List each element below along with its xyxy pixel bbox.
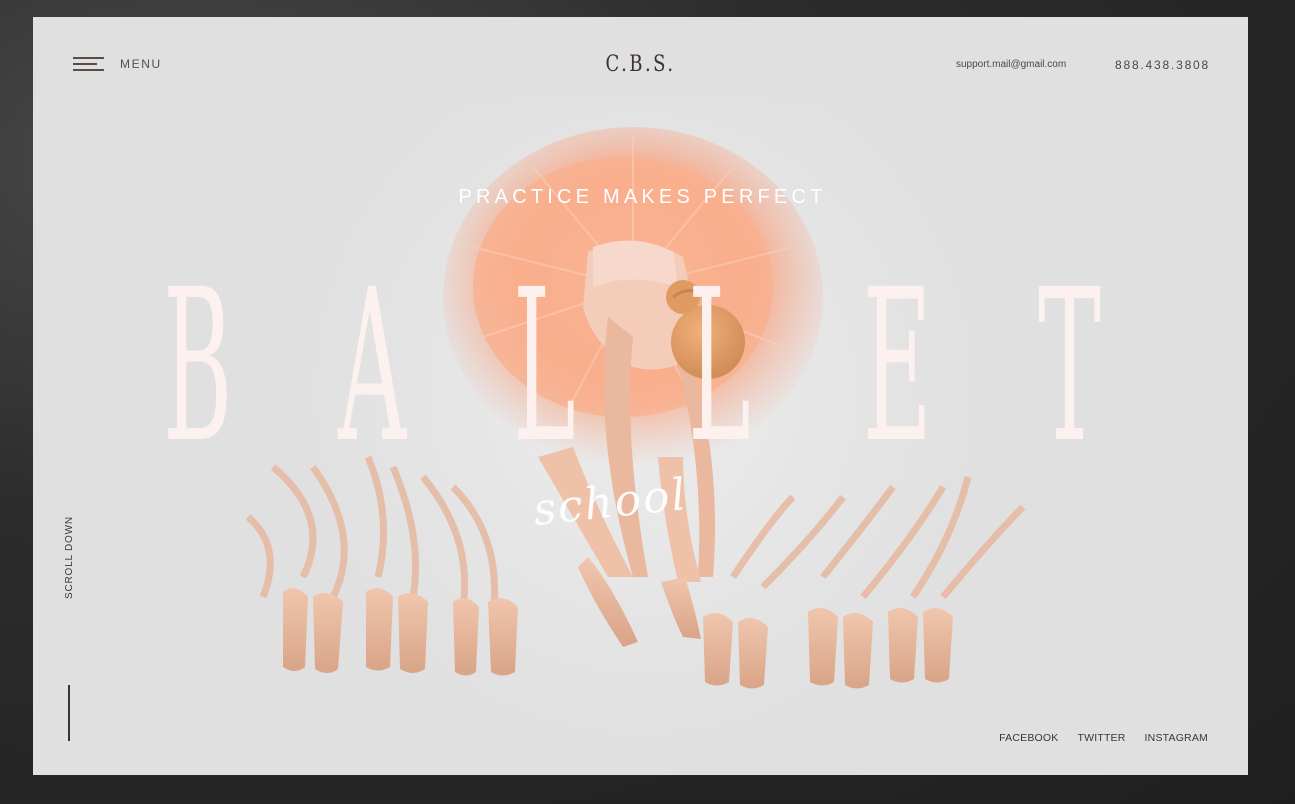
pointe-shoes-right-pairs bbox=[703, 608, 953, 689]
hamburger-icon bbox=[73, 57, 104, 71]
landing-page: MENU C.B.S. support.mail@gmail.com 888.4… bbox=[33, 17, 1248, 775]
hero-tagline: PRACTICE MAKES PERFECT bbox=[458, 186, 827, 208]
hero-title-letter: B bbox=[163, 244, 233, 489]
contact-phone-link[interactable]: 888.438.3808 bbox=[1115, 58, 1210, 72]
instagram-link[interactable]: INSTAGRAM bbox=[1145, 732, 1208, 744]
facebook-link[interactable]: FACEBOOK bbox=[999, 732, 1058, 744]
scroll-indicator-line bbox=[68, 685, 70, 741]
hero-title-letter: T bbox=[1038, 244, 1102, 489]
hero-title: B A L L E T bbox=[163, 262, 1123, 472]
pointe-shoes-left-pairs bbox=[283, 588, 518, 676]
twitter-link[interactable]: TWITTER bbox=[1077, 732, 1125, 744]
social-links: FACEBOOK TWITTER INSTAGRAM bbox=[999, 732, 1208, 744]
hero-title-letter: L bbox=[688, 244, 751, 489]
scroll-down-label[interactable]: SCROLL DOWN bbox=[64, 516, 75, 599]
hero-title-letter: L bbox=[513, 244, 576, 489]
hero-title-letter: A bbox=[338, 244, 407, 489]
hero-title-letter: E bbox=[863, 244, 932, 489]
pointe-shoes-right bbox=[730, 476, 1026, 600]
contact-email-link[interactable]: support.mail@gmail.com bbox=[956, 59, 1066, 70]
